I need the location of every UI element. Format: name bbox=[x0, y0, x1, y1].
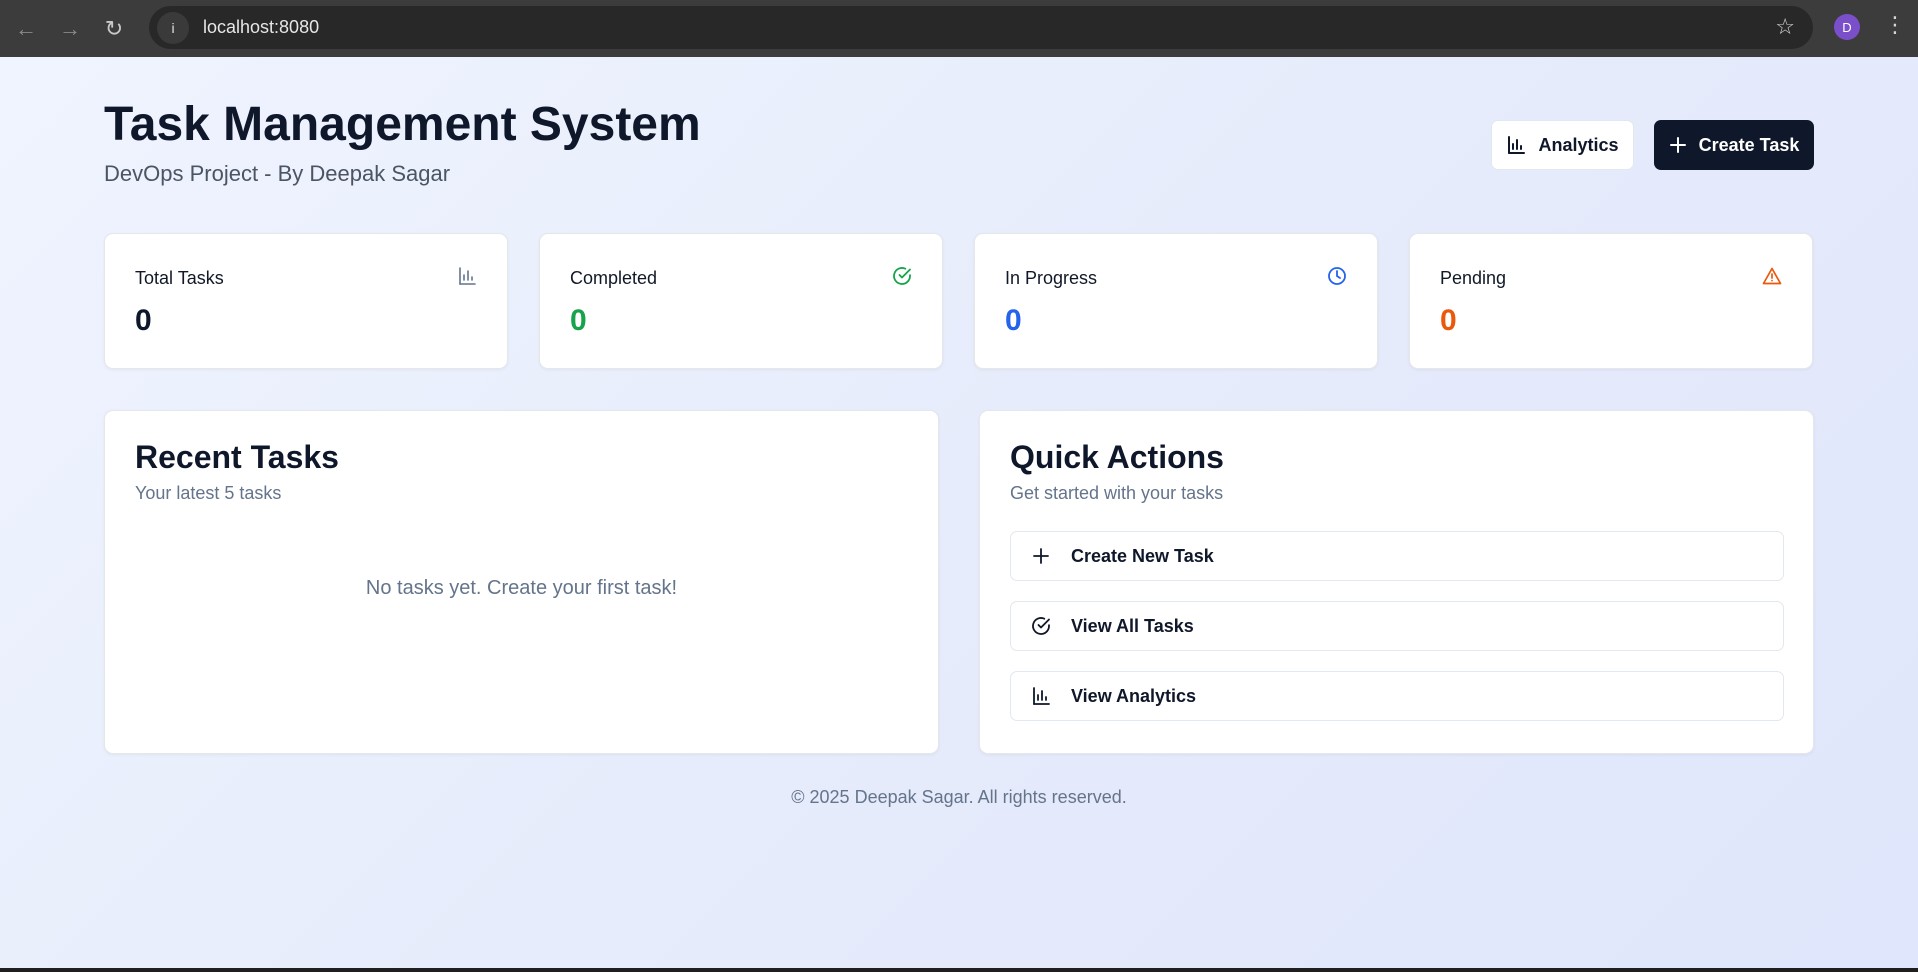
profile-avatar[interactable]: D bbox=[1834, 14, 1860, 40]
quick-actions-panel: Quick Actions Get started with your task… bbox=[979, 410, 1814, 754]
create-task-button-label: Create Task bbox=[1698, 134, 1800, 155]
back-button[interactable]: ← bbox=[4, 7, 48, 51]
star-icon[interactable]: ☆ bbox=[1775, 14, 1795, 40]
view-all-tasks-button[interactable]: View All Tasks bbox=[1010, 601, 1784, 651]
quick-actions-title: Quick Actions bbox=[1010, 439, 1224, 475]
stat-card-completed: Completed 0 bbox=[539, 233, 943, 369]
stat-label: In Progress bbox=[1005, 268, 1098, 288]
recent-tasks-panel: Recent Tasks Your latest 5 tasks No task… bbox=[104, 410, 939, 754]
plus-icon bbox=[1669, 137, 1686, 153]
arrow-left-icon: ← bbox=[15, 15, 37, 41]
empty-state-message: No tasks yet. Create your first task! bbox=[365, 577, 678, 599]
analytics-button-label: Analytics bbox=[1538, 134, 1619, 155]
stat-label: Completed bbox=[570, 268, 658, 288]
stat-value: 0 bbox=[1005, 304, 1022, 337]
browser-toolbar: ← → ↻ i localhost:8080 ☆ D ⋮ bbox=[0, 0, 1918, 57]
bottom-edge bbox=[0, 968, 1918, 972]
action-label: View Analytics bbox=[1071, 685, 1197, 706]
recent-tasks-title: Recent Tasks bbox=[135, 439, 339, 475]
stat-card-pending: Pending 0 bbox=[1409, 233, 1813, 369]
address-bar[interactable]: i localhost:8080 ☆ bbox=[149, 6, 1813, 49]
stat-value: 0 bbox=[135, 304, 152, 337]
warning-icon bbox=[1762, 267, 1782, 285]
bar-chart-icon bbox=[1033, 687, 1050, 705]
arrow-right-icon: → bbox=[59, 15, 81, 41]
info-icon[interactable]: i bbox=[157, 11, 189, 44]
page-subtitle: DevOps Project - By Deepak Sagar bbox=[104, 161, 451, 186]
reload-icon: ↻ bbox=[104, 15, 124, 41]
footer-copyright: © 2025 Deepak Sagar. All rights reserved… bbox=[791, 787, 1127, 807]
recent-tasks-subtitle: Your latest 5 tasks bbox=[135, 483, 282, 503]
quick-actions-subtitle: Get started with your tasks bbox=[1010, 483, 1224, 503]
analytics-button[interactable]: Analytics bbox=[1491, 120, 1634, 170]
plus-icon bbox=[1033, 548, 1049, 564]
bar-chart-icon bbox=[459, 267, 476, 285]
view-analytics-button[interactable]: View Analytics bbox=[1010, 671, 1784, 721]
stat-label: Pending bbox=[1440, 268, 1507, 288]
create-task-button[interactable]: Create Task bbox=[1654, 120, 1814, 170]
stat-card-total: Total Tasks 0 bbox=[104, 233, 508, 369]
stat-label: Total Tasks bbox=[135, 268, 224, 288]
action-label: View All Tasks bbox=[1071, 615, 1194, 636]
kebab-menu-icon[interactable]: ⋮ bbox=[1884, 12, 1906, 38]
page-viewport: Task Management System DevOps Project - … bbox=[0, 57, 1918, 968]
reload-button[interactable]: ↻ bbox=[92, 7, 136, 51]
check-circle-icon bbox=[1032, 617, 1050, 635]
forward-button[interactable]: → bbox=[48, 7, 92, 51]
stat-value: 0 bbox=[570, 304, 587, 337]
stat-card-in-progress: In Progress 0 bbox=[974, 233, 1378, 369]
clock-icon bbox=[1328, 267, 1346, 285]
check-circle-icon bbox=[893, 267, 911, 285]
action-label: Create New Task bbox=[1071, 545, 1214, 566]
url-text[interactable]: localhost:8080 bbox=[203, 17, 319, 38]
create-new-task-button[interactable]: Create New Task bbox=[1010, 531, 1784, 581]
stat-value: 0 bbox=[1440, 304, 1457, 337]
bar-chart-icon bbox=[1508, 136, 1526, 154]
page-title: Task Management System bbox=[104, 98, 701, 151]
